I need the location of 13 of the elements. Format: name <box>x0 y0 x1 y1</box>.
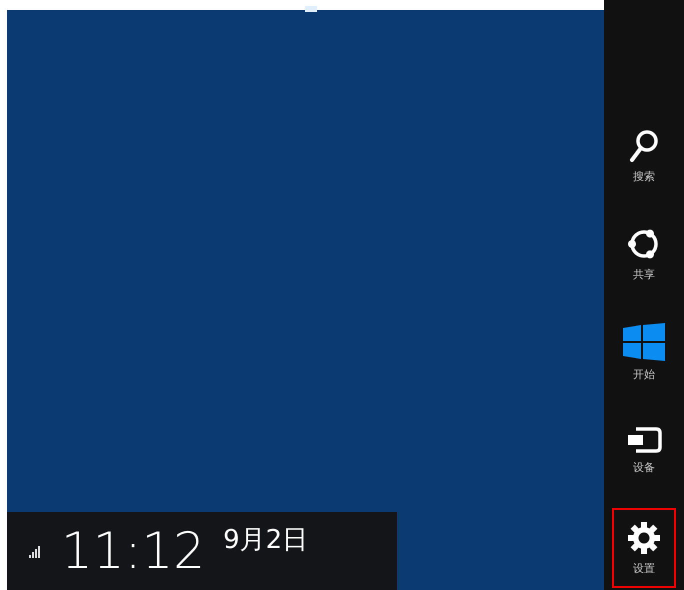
device-icon <box>626 426 662 454</box>
search-icon <box>629 128 659 162</box>
top-edge-marker <box>305 6 317 12</box>
settings-icon <box>627 520 661 554</box>
clock-date: 9月2日 <box>223 524 308 557</box>
charm-button[interactable]: 搜索 <box>612 116 676 196</box>
charm-button[interactable]: 开始 <box>612 312 676 392</box>
signal-icon <box>29 544 43 558</box>
windows-logo-icon <box>623 322 665 360</box>
charm-button[interactable]: 设备 <box>612 410 676 490</box>
charm-button[interactable]: 共享 <box>612 214 676 294</box>
charm-button[interactable]: 设置 <box>612 508 676 588</box>
clock-time: 11:12 <box>61 526 206 576</box>
